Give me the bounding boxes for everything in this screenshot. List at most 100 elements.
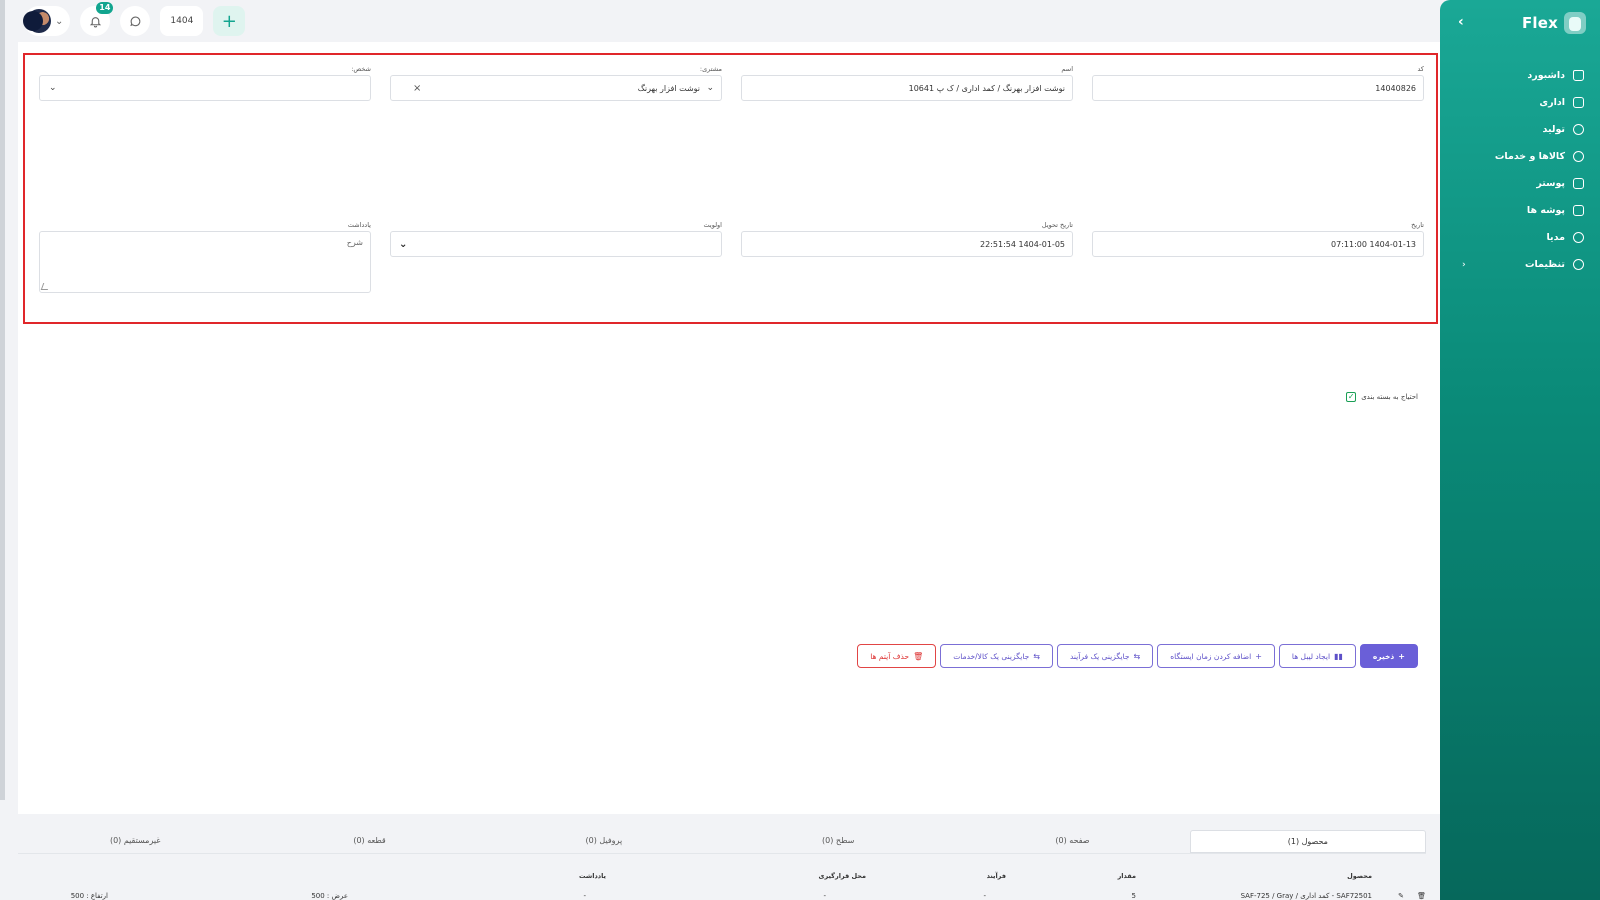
chevron-down-icon: ⌄: [399, 238, 408, 250]
priority-field: اولویت ⌄: [390, 219, 722, 257]
sidebar-item-label: مدیا: [1546, 232, 1565, 243]
tab-product[interactable]: محصول (1): [1189, 830, 1426, 853]
notifications-button[interactable]: 14: [80, 2, 114, 36]
chevron-left-icon[interactable]: ‹: [1458, 14, 1464, 30]
person-select[interactable]: ⌄: [39, 75, 371, 101]
replace-process-button[interactable]: ⇆ جایگزینی یک فرآیند: [1056, 644, 1154, 668]
sidebar-nav: داشبورد اداری تولید کالاها و خدمات پوستر…: [1440, 62, 1600, 278]
sidebar-item-settings[interactable]: تنظیمات ‹: [1440, 251, 1600, 278]
page-scrollbar[interactable]: [0, 0, 5, 800]
barcode-icon: ▮▮: [1334, 651, 1343, 661]
avatar: [23, 9, 51, 33]
trash-icon: 🗑: [913, 651, 924, 661]
cell-note: -: [583, 892, 586, 900]
edit-icon[interactable]: ✎: [1398, 892, 1404, 900]
support-button[interactable]: [120, 6, 151, 36]
logo-icon: [1564, 12, 1586, 34]
name-field: اسم نوشت افزار بهرنگ / کمد اداری / ک پ 1…: [741, 63, 1073, 101]
factory-icon: [1573, 124, 1584, 135]
add-station-time-label: اضافه کردن زمان ایستگاه: [1170, 651, 1252, 661]
sidebar-item-dashboard[interactable]: داشبورد: [1440, 62, 1600, 89]
delete-items-button[interactable]: 🗑 حذف آیتم ها: [857, 644, 937, 668]
clear-icon[interactable]: ×: [413, 83, 421, 94]
sidebar-item-poster[interactable]: پوستر: [1440, 170, 1600, 197]
home-icon: [1573, 70, 1584, 81]
chat-icon: [130, 16, 141, 26]
action-toolbar: + ذخیره ▮▮ ایجاد لیبل ها + اضافه کردن زم…: [857, 644, 1418, 668]
col-process: فرآیند: [986, 872, 1006, 880]
trash-icon[interactable]: 🗑: [1417, 892, 1426, 900]
sidebar-item-products[interactable]: کالاها و خدمات: [1440, 143, 1600, 170]
table-row[interactable]: 🗑 ✎ SAF72501 - کمد اداری / SAF-725 / Gra…: [18, 892, 1426, 900]
plus-icon: +: [1255, 651, 1262, 661]
app-logo: Flex: [1522, 12, 1586, 34]
save-label: ذخیره: [1372, 651, 1395, 661]
note-placeholder: شرح: [346, 238, 363, 247]
order-form: کد 14040826 اسم نوشت افزار بهرنگ / کمد ا…: [23, 53, 1438, 324]
box-icon: [1573, 151, 1584, 162]
code-label: کد: [1417, 65, 1424, 73]
person-field: شخص: ⌄: [39, 63, 371, 101]
sidebar-item-label: پوشه ها: [1526, 205, 1565, 216]
tab-sheet[interactable]: صفحه (0): [955, 830, 1189, 853]
briefcase-icon: [1573, 97, 1584, 108]
name-input[interactable]: نوشت افزار بهرنگ / کمد اداری / ک پ 10641: [741, 75, 1073, 101]
plus-icon: +: [1398, 651, 1405, 661]
customer-value: نوشت افزار بهرنگ: [637, 83, 700, 93]
cell-product: SAF72501 - کمد اداری / SAF-725 / Gray: [1240, 892, 1372, 900]
add-station-time-button[interactable]: + اضافه کردن زمان ایستگاه: [1157, 644, 1275, 668]
tab-profile[interactable]: پروفیل (0): [487, 830, 721, 853]
code-input[interactable]: 14040826: [1092, 75, 1424, 101]
top-bar: ⌄ 14 1404 +: [18, 0, 1438, 42]
date-input[interactable]: 1404-01-13 07:11:00: [1092, 231, 1424, 257]
create-labels-button[interactable]: ▮▮ ایجاد لیبل ها: [1278, 644, 1356, 668]
date-label: تاریخ: [1411, 221, 1424, 229]
media-icon: [1573, 232, 1584, 243]
date-value: 1404-01-13 07:11:00: [1331, 239, 1416, 249]
note-textarea[interactable]: شرح: [39, 231, 371, 293]
customer-select[interactable]: ⌄ نوشت افزار بهرنگ ×: [390, 75, 722, 101]
cell-width: عرض : 500: [311, 892, 348, 900]
folder-icon: [1573, 205, 1584, 216]
sidebar-item-label: تولید: [1542, 124, 1565, 135]
tab-part[interactable]: قطعه (0): [252, 830, 486, 853]
sidebar-item-folders[interactable]: پوشه ها: [1440, 197, 1600, 224]
quick-add-button[interactable]: +: [213, 6, 246, 36]
code-field: کد 14040826: [1092, 63, 1424, 101]
sidebar-item-media[interactable]: مدیا: [1440, 224, 1600, 251]
notification-count-badge: 14: [96, 2, 114, 14]
name-label: اسم: [1061, 65, 1073, 73]
tab-indirect[interactable]: غیرمستقیم (0): [18, 830, 252, 853]
fiscal-year-selector[interactable]: 1404: [160, 6, 204, 36]
logo-text: Flex: [1521, 14, 1558, 32]
delivery-date-field: تاریخ تحویل 1404-01-05 22:51:54: [741, 219, 1073, 257]
col-quantity: مقدار: [1117, 872, 1136, 880]
col-location: محل قرارگیری: [818, 872, 866, 880]
customer-field: مشتری: ⌄ نوشت افزار بهرنگ ×: [390, 63, 722, 101]
swap-icon: ⇆: [1033, 651, 1040, 661]
save-button[interactable]: + ذخیره: [1359, 644, 1418, 668]
sidebar-item-label: اداری: [1539, 97, 1565, 108]
packaging-checkbox[interactable]: ✓: [1346, 392, 1357, 402]
priority-select[interactable]: ⌄: [390, 231, 722, 257]
delete-items-label: حذف آیتم ها: [870, 651, 910, 661]
main-panel: کد 14040826 اسم نوشت افزار بهرنگ / کمد ا…: [18, 42, 1440, 814]
user-menu[interactable]: ⌄: [23, 6, 71, 36]
image-icon: [1573, 178, 1584, 189]
note-label: یادداشت: [347, 221, 371, 229]
sidebar-item-label: کالاها و خدمات: [1494, 151, 1565, 162]
replace-process-label: جایگزینی یک فرآیند: [1069, 651, 1130, 661]
code-value: 14040826: [1375, 83, 1416, 93]
col-note: یادداشت: [578, 872, 606, 880]
detail-tabs: محصول (1) صفحه (0) سطح (0) پروفیل (0) قط…: [18, 830, 1426, 854]
replace-product-button[interactable]: ⇆ جایگزینی یک کالا/خدمات: [940, 644, 1053, 668]
cell-location: -: [823, 892, 826, 900]
packaging-option: احتیاج به بسته بندی ✓: [1346, 392, 1418, 402]
delivery-date-input[interactable]: 1404-01-05 22:51:54: [741, 231, 1073, 257]
sidebar-item-office[interactable]: اداری: [1440, 89, 1600, 116]
col-product: محصول: [1347, 872, 1372, 880]
sidebar-item-production[interactable]: تولید: [1440, 116, 1600, 143]
packaging-label: احتیاج به بسته بندی: [1361, 393, 1418, 401]
tab-surface[interactable]: سطح (0): [721, 830, 955, 853]
swap-icon: ⇆: [1133, 651, 1141, 661]
